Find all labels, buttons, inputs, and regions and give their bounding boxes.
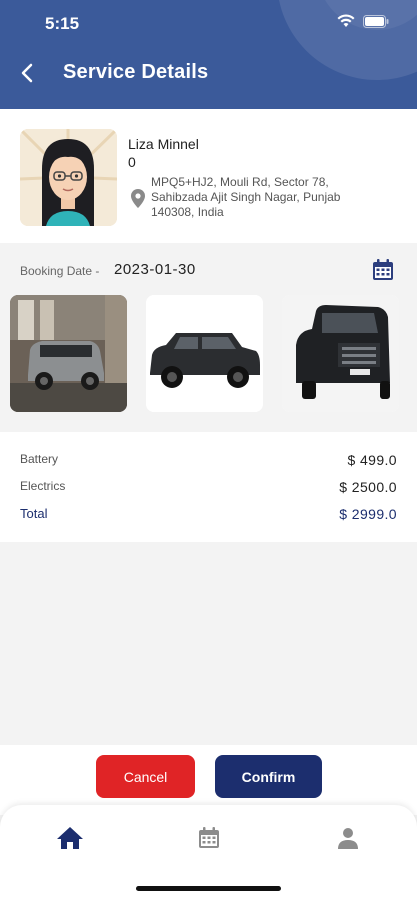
service-name: Electrics — [20, 479, 66, 493]
tab-home[interactable] — [55, 823, 85, 853]
calendar-icon — [199, 827, 219, 848]
wifi-icon — [337, 14, 355, 33]
calendar-icon — [373, 259, 393, 280]
booking-date: 2023-01-30 — [114, 261, 196, 278]
calendar-button[interactable] — [371, 258, 395, 287]
total-label: Total — [20, 506, 48, 521]
cancel-button[interactable]: Cancel — [96, 755, 195, 798]
customer-name: Liza Minnel — [128, 136, 199, 152]
service-price: $ 2500.0 — [339, 479, 397, 495]
customer-address: MPQ5+HJ2, Mouli Rd, Sector 78, Sahibzada… — [151, 175, 341, 219]
tab-profile[interactable] — [333, 823, 363, 853]
vehicle-image[interactable] — [282, 295, 399, 412]
location-pin-icon — [131, 189, 145, 213]
vehicle-image[interactable] — [146, 295, 263, 412]
page-title: Service Details — [63, 61, 209, 83]
chevron-left-icon — [21, 63, 33, 83]
person-icon — [338, 828, 358, 849]
price-row: Battery $ 499.0 — [20, 452, 397, 468]
battery-icon — [363, 14, 389, 33]
customer-card: Liza Minnel 0 MPQ5+HJ2, Mouli Rd, Sector… — [0, 109, 417, 243]
service-price-list: Battery $ 499.0 Electrics $ 2500.0 Total… — [0, 432, 417, 542]
status-time: 5:15 — [45, 14, 80, 33]
price-row: Electrics $ 2500.0 — [20, 479, 397, 495]
booking-section: Booking Date - 2023-01-30 — [0, 246, 417, 431]
tab-calendar[interactable] — [194, 823, 224, 853]
app-header: 5:15 Service Details — [0, 0, 417, 109]
service-price: $ 499.0 — [347, 452, 397, 468]
back-button[interactable] — [14, 60, 40, 86]
booking-date-label: Booking Date - — [20, 264, 100, 278]
vehicle-image[interactable] — [10, 295, 127, 412]
service-name: Battery — [20, 452, 59, 466]
bottom-tab-bar — [0, 805, 417, 900]
confirm-button[interactable]: Confirm — [215, 755, 322, 798]
home-icon — [57, 827, 83, 849]
total-row: Total $ 2999.0 — [20, 506, 397, 522]
avatar — [20, 129, 117, 226]
home-indicator — [136, 886, 281, 891]
status-icons — [337, 14, 389, 33]
total-value: $ 2999.0 — [339, 506, 397, 522]
customer-secondary: 0 — [128, 154, 136, 170]
